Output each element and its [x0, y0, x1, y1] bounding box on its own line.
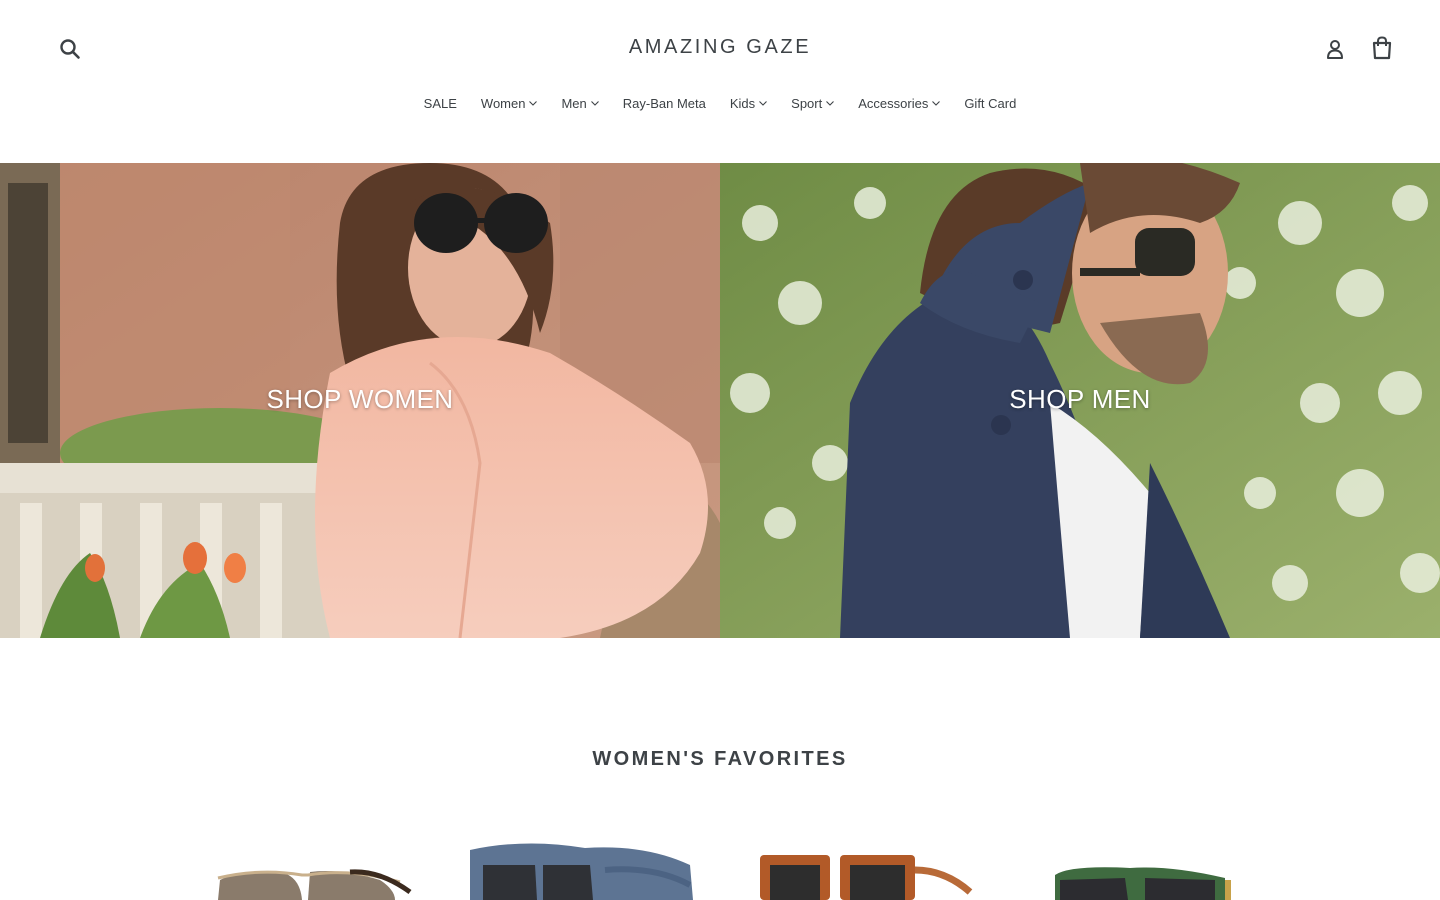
nav-item-kids[interactable]: Kids — [729, 94, 768, 112]
user-icon[interactable] — [1322, 35, 1348, 63]
product-card[interactable] — [755, 830, 995, 900]
womens-favorites-heading: WOMEN'S FAVORITES — [592, 748, 848, 770]
nav-item-sale[interactable]: SALE — [424, 94, 457, 112]
nav-item-sport[interactable]: Sport — [791, 94, 835, 112]
product-card[interactable] — [190, 830, 430, 900]
nav-item-label: Accessories — [858, 95, 929, 111]
chevron-down-icon — [932, 100, 941, 106]
shop-women-label: SHOP WOMEN — [266, 384, 454, 414]
product-image — [1055, 867, 1231, 900]
product-card[interactable] — [465, 830, 705, 900]
womens-favorites-grid — [0, 830, 1440, 900]
site-logo[interactable]: AMAZING GAZE — [0, 36, 1440, 59]
hero-collections: SHOP WOMEN SHOP MEN — [0, 163, 1440, 638]
nav-item-men[interactable]: Men — [561, 94, 599, 112]
nav-item-label: Women — [480, 95, 526, 111]
nav-item-gift-card[interactable]: Gift Card — [964, 94, 1016, 112]
site-header: AMAZING GAZE SALE Women Men Ray-Ban Meta… — [0, 0, 1440, 163]
nav-item-label: Ray-Ban Meta — [622, 95, 706, 111]
nav-item-accessories[interactable]: Accessories — [858, 94, 941, 112]
shop-men-banner[interactable]: SHOP MEN — [720, 163, 1440, 638]
nav-item-label: Men — [561, 95, 587, 111]
chevron-down-icon — [529, 100, 538, 106]
nav-item-label: SALE — [423, 95, 457, 111]
nav-item-label: Sport — [791, 95, 823, 111]
chevron-down-icon — [826, 100, 835, 106]
nav-item-women[interactable]: Women — [481, 94, 538, 112]
nav-item-label: Kids — [729, 95, 756, 111]
logo-link[interactable]: AMAZING GAZE — [629, 36, 811, 58]
product-image — [217, 869, 412, 900]
main-navigation: SALE Women Men Ray-Ban Meta Kids Sport A… — [0, 94, 1440, 112]
chevron-down-icon — [590, 100, 599, 106]
product-card[interactable] — [1050, 830, 1290, 900]
nav-item-ray-ban-meta[interactable]: Ray-Ban Meta — [623, 94, 706, 112]
product-image — [470, 843, 693, 900]
product-image — [760, 855, 973, 900]
shopping-bag-icon[interactable] — [1367, 33, 1397, 63]
shop-men-label: SHOP MEN — [1009, 384, 1151, 414]
chevron-down-icon — [759, 100, 768, 106]
nav-item-label: Gift Card — [964, 95, 1017, 111]
shop-women-banner[interactable]: SHOP WOMEN — [0, 163, 720, 638]
